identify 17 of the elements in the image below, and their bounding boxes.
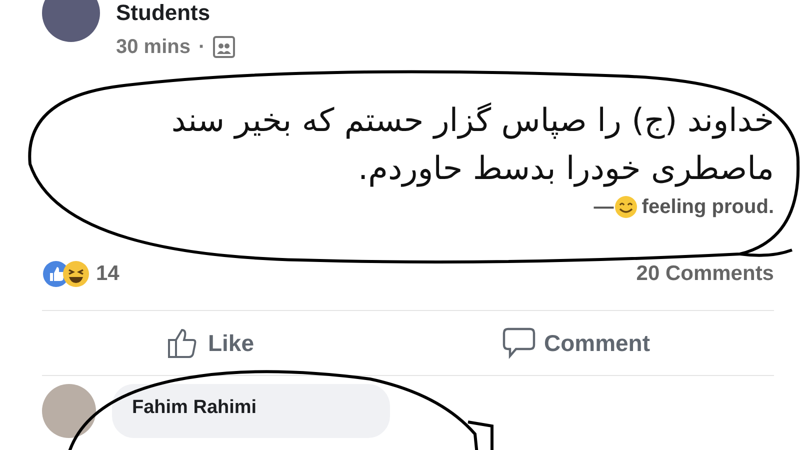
separator: ·: [198, 35, 206, 60]
comment-count[interactable]: 20 Comments: [636, 258, 774, 290]
reaction-count: 14: [96, 261, 120, 287]
post-text: خداوند (ج) را صپاس گزار حستم که بخیر سند ماصطری خودرا بدسط حاوردم.: [170, 100, 774, 189]
dash: —: [594, 195, 614, 220]
avatar-circle: [42, 0, 100, 42]
commenter-name[interactable]: Fahim Rahimi: [112, 384, 390, 438]
author-name[interactable]: Students: [116, 2, 236, 24]
reaction-icons[interactable]: [42, 260, 92, 288]
comment-button[interactable]: Comment: [502, 326, 650, 360]
smiley-icon: [614, 195, 638, 219]
avatar-circle: [42, 384, 96, 438]
feeling-label: feeling proud.: [642, 195, 774, 220]
post-time: 30 mins: [116, 35, 190, 60]
speech-bubble-icon: [502, 326, 536, 360]
audience-icon[interactable]: [213, 36, 236, 58]
like-button[interactable]: Like: [166, 326, 254, 360]
